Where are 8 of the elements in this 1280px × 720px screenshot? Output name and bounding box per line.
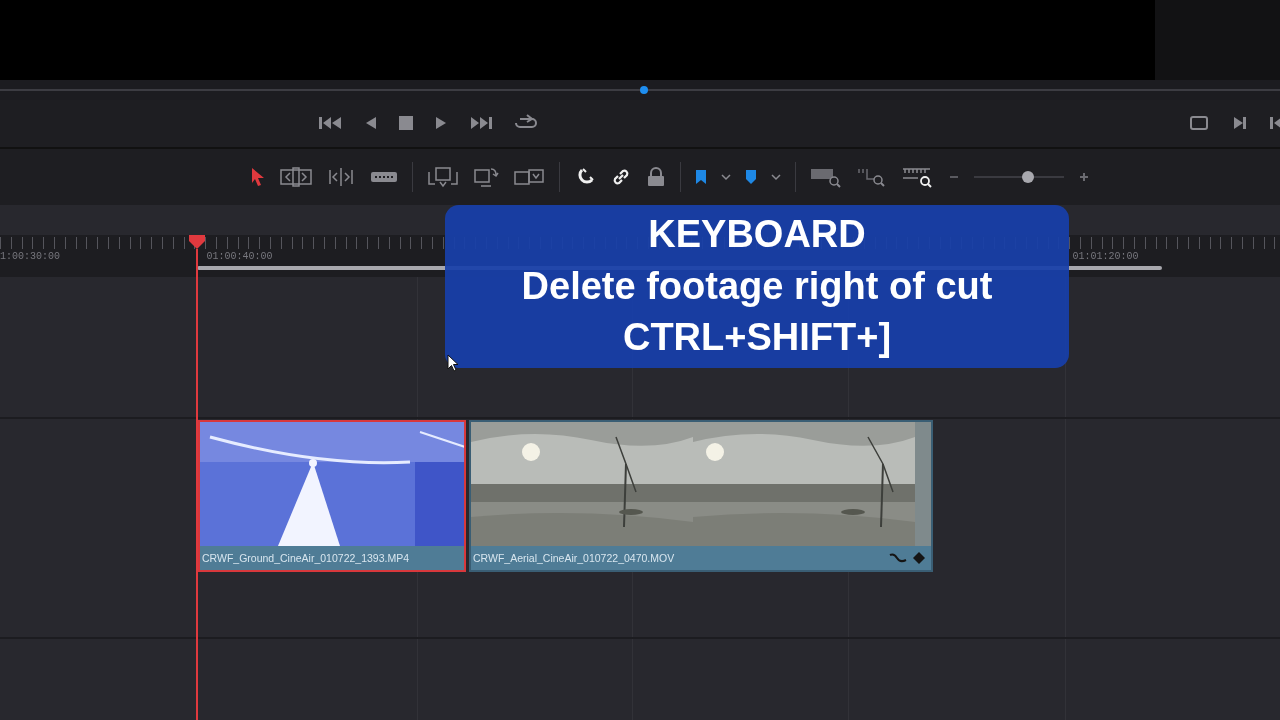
timecode: 01:01:20:00 xyxy=(1072,251,1139,262)
timecode: 01:00:40:00 xyxy=(206,251,273,262)
timecode: 1:00:30:00 xyxy=(0,251,60,262)
caption-text: Delete footage right of cut xyxy=(521,265,993,308)
clip-name: CRWF_Aerial_CineAir_010722_0470.MOV xyxy=(473,552,675,564)
caption-text: CTRL+SHIFT+] xyxy=(622,317,892,360)
clip-name: CRWF_Ground_CineAir_010722_1393.MP4 xyxy=(202,552,409,564)
caption-text: KEYBOARD xyxy=(648,213,866,256)
